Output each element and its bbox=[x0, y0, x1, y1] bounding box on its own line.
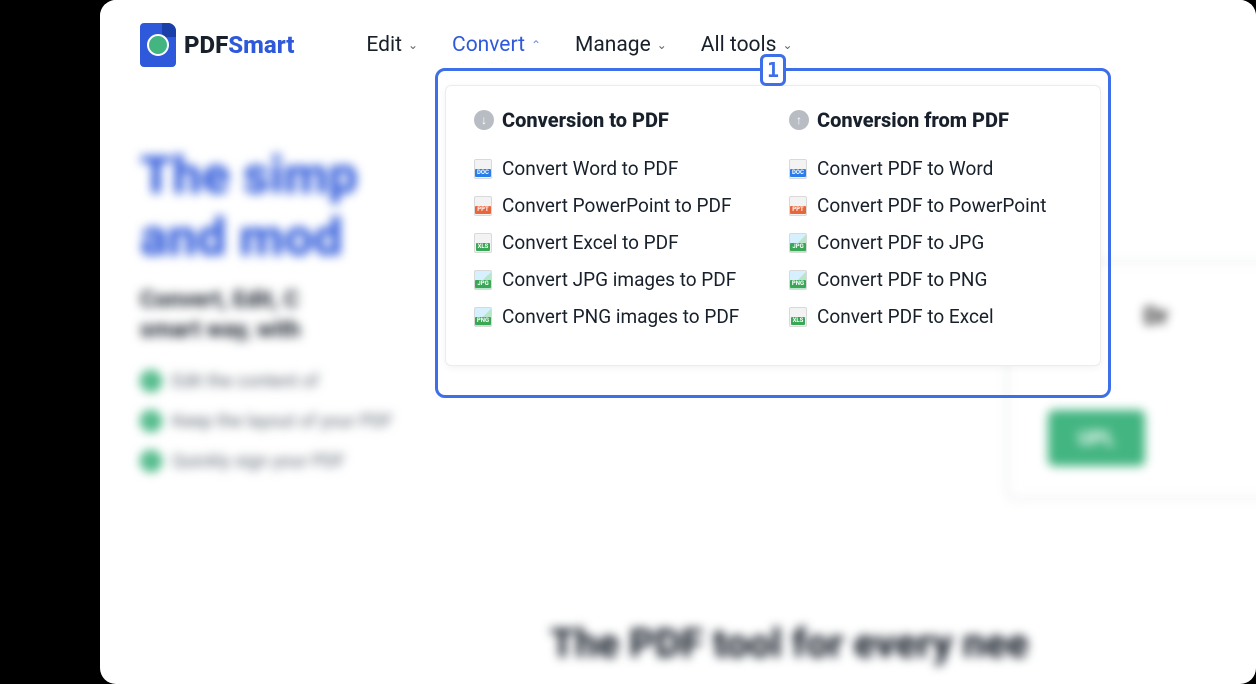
xls-icon: XLS bbox=[789, 307, 807, 327]
doc-icon: DOC bbox=[474, 159, 492, 179]
column-heading-to-pdf: ↓ Conversion to PDF bbox=[474, 108, 757, 132]
upload-button[interactable]: UPL bbox=[1048, 410, 1145, 466]
feature-item: ✓ Keep the layout of your PDF bbox=[140, 410, 393, 432]
nav-convert[interactable]: Convert ⌃ bbox=[452, 33, 541, 57]
feature-item: ✓ Quickly sign your PDF bbox=[140, 450, 345, 472]
header-bar: PDFSmart Edit ⌄ Convert ⌃ Manage ⌄ All t… bbox=[100, 0, 1256, 90]
hero-subheadline: Convert, Edit, C smart way, with bbox=[140, 285, 301, 345]
main-nav: Edit ⌄ Convert ⌃ Manage ⌄ All tools ⌄ bbox=[366, 33, 792, 57]
nav-edit[interactable]: Edit ⌄ bbox=[366, 33, 418, 57]
hero-headline: The simp and mod bbox=[140, 145, 358, 270]
column-heading-from-pdf: ↑ Conversion from PDF bbox=[789, 108, 1072, 132]
chevron-down-icon: ⌄ bbox=[657, 38, 667, 52]
png-icon: PNG bbox=[789, 270, 807, 290]
menu-word-to-pdf[interactable]: DOC Convert Word to PDF bbox=[474, 150, 757, 187]
arrow-down-icon: ↓ bbox=[474, 110, 494, 130]
xls-icon: XLS bbox=[474, 233, 492, 253]
chevron-up-icon: ⌃ bbox=[531, 38, 541, 52]
png-icon: PNG bbox=[474, 307, 492, 327]
logo[interactable]: PDFSmart bbox=[140, 23, 294, 67]
nav-manage[interactable]: Manage ⌄ bbox=[575, 33, 667, 57]
logo-text-suffix: Smart bbox=[228, 31, 294, 59]
ppt-icon: PPT bbox=[474, 196, 492, 216]
doc-icon: DOC bbox=[789, 159, 807, 179]
check-icon: ✓ bbox=[140, 410, 162, 432]
check-icon: ✓ bbox=[140, 450, 162, 472]
feature-item: ✓ Edit the content of bbox=[140, 370, 319, 392]
logo-icon bbox=[140, 23, 176, 67]
arrow-up-icon: ↑ bbox=[789, 110, 809, 130]
menu-ppt-to-pdf[interactable]: PPT Convert PowerPoint to PDF bbox=[474, 187, 757, 224]
annotation-number-badge: 1 bbox=[760, 54, 786, 86]
ppt-icon: PPT bbox=[789, 196, 807, 216]
menu-pdf-to-ppt[interactable]: PPT Convert PDF to PowerPoint bbox=[789, 187, 1072, 224]
menu-pdf-to-word[interactable]: DOC Convert PDF to Word bbox=[789, 150, 1072, 187]
dropdown-column-to-pdf: ↓ Conversion to PDF DOC Convert Word to … bbox=[458, 108, 773, 335]
menu-excel-to-pdf[interactable]: XLS Convert Excel to PDF bbox=[474, 224, 757, 261]
check-icon: ✓ bbox=[140, 370, 162, 392]
app-window: The simp and mod Convert, Edit, C smart … bbox=[100, 0, 1256, 684]
jpg-icon: JPG bbox=[474, 270, 492, 290]
convert-dropdown: ↓ Conversion to PDF DOC Convert Word to … bbox=[445, 85, 1101, 366]
menu-pdf-to-png[interactable]: PNG Convert PDF to PNG bbox=[789, 261, 1072, 298]
menu-pdf-to-jpg[interactable]: JPG Convert PDF to JPG bbox=[789, 224, 1072, 261]
logo-text-prefix: PDF bbox=[184, 31, 228, 59]
chevron-down-icon: ⌄ bbox=[782, 38, 792, 52]
menu-jpg-to-pdf[interactable]: JPG Convert JPG images to PDF bbox=[474, 261, 757, 298]
section-heading: The PDF tool for every nee bbox=[550, 620, 1029, 667]
jpg-icon: JPG bbox=[789, 233, 807, 253]
chevron-down-icon: ⌄ bbox=[408, 38, 418, 52]
dropdown-column-from-pdf: ↑ Conversion from PDF DOC Convert PDF to… bbox=[773, 108, 1088, 335]
menu-png-to-pdf[interactable]: PNG Convert PNG images to PDF bbox=[474, 298, 757, 335]
menu-pdf-to-excel[interactable]: XLS Convert PDF to Excel bbox=[789, 298, 1072, 335]
